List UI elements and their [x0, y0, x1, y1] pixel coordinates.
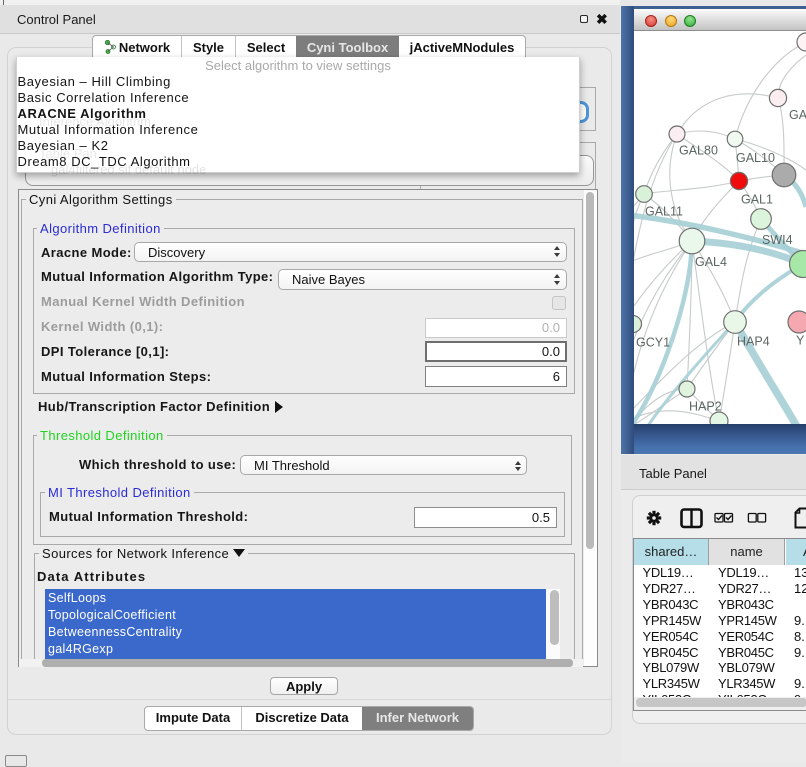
svg-text:HAP4: HAP4: [737, 335, 770, 349]
svg-text:GAL: GAL: [789, 108, 806, 122]
svg-text:Y: Y: [796, 334, 805, 348]
svg-text:HAP2: HAP2: [689, 400, 722, 414]
svg-text:GAL10: GAL10: [736, 151, 775, 165]
svg-text:SWI4: SWI4: [762, 233, 793, 247]
svg-text:GAL4: GAL4: [695, 255, 727, 269]
svg-text:GCY1: GCY1: [636, 336, 670, 350]
svg-text:GAL1: GAL1: [741, 193, 773, 207]
svg-text:GAL11: GAL11: [645, 205, 683, 219]
svg-text:GAL80: GAL80: [679, 144, 718, 158]
